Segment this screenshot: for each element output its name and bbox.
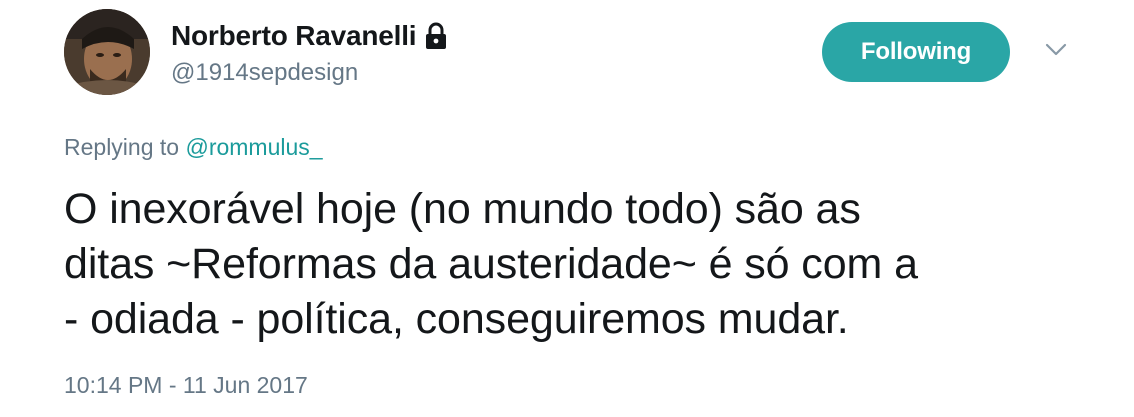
avatar[interactable] — [64, 9, 150, 95]
following-button[interactable]: Following — [822, 22, 1010, 82]
author-handle[interactable]: @1914sepdesign — [171, 59, 358, 87]
tweet-text-line: O inexorável hoje (no mundo todo) são as — [64, 185, 861, 233]
tweet-card: Norberto Ravanelli @1914sepdesign Follow… — [0, 0, 1134, 417]
tweet-text-line: - odiada - política, conseguiremos mudar… — [64, 295, 849, 343]
lock-icon — [426, 22, 447, 49]
author-name-row: Norberto Ravanelli — [171, 18, 448, 54]
tweet-timestamp[interactable]: 10:14 PM - 11 Jun 2017 — [64, 372, 308, 399]
replying-to: Replying to @rommulus_ — [64, 134, 323, 161]
chevron-down-icon[interactable] — [1044, 42, 1068, 58]
tweet-text: O inexorável hoje (no mundo todo) são as… — [64, 182, 1104, 347]
replying-to-label: Replying to — [64, 134, 180, 160]
reply-mention-link[interactable]: @rommulus_ — [185, 134, 322, 160]
avatar-photo-icon — [64, 9, 150, 95]
author-display-name[interactable]: Norberto Ravanelli — [171, 20, 417, 52]
tweet-text-line: ditas ~Reformas da austeridade~ é só com… — [64, 240, 918, 288]
